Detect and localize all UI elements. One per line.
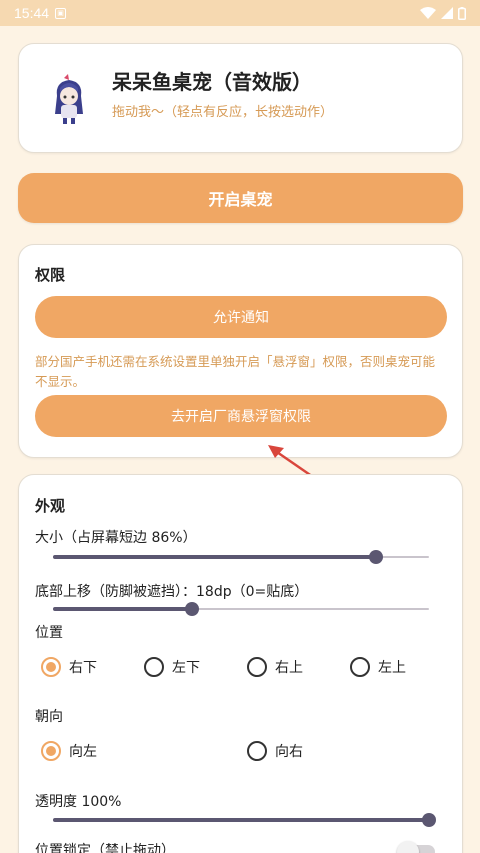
direction-radio-left[interactable]: 向左 <box>41 741 97 761</box>
signal-icon <box>441 7 453 19</box>
app-title: 呆呆鱼桌宠（音效版） <box>112 70 312 94</box>
radio-label: 向左 <box>69 744 97 760</box>
radio-label: 右上 <box>275 660 303 676</box>
direction-label: 朝向 <box>35 709 63 725</box>
appearance-card: 外观 大小（占屏幕短边 86%） 底部上移（防脚被遮挡）：18dp（0=贴底） … <box>18 474 463 853</box>
status-icons <box>420 6 466 20</box>
radio-label: 右下 <box>69 660 97 676</box>
lock-label: 位置锁定（禁止拖动） <box>35 843 175 853</box>
slider-thumb[interactable] <box>369 550 384 564</box>
radio-selected-icon <box>41 657 61 677</box>
radio-label: 左下 <box>172 660 200 676</box>
slider-fill <box>53 607 193 611</box>
status-bar: 15:44 ▣ <box>0 0 480 26</box>
overlay-permission-note: 部分国产手机还需在系统设置里单独开启「悬浮窗」权限，否则桌宠可能不显示。 <box>35 354 436 389</box>
overlay-permission-button[interactable]: 去开启厂商悬浮窗权限 <box>35 395 447 437</box>
slider-thumb[interactable] <box>185 602 200 616</box>
app-subtitle: 拖动我～（轻点有反应，长按选动作） <box>112 105 334 120</box>
start-pet-button[interactable]: 开启桌宠 <box>18 173 463 223</box>
slider-thumb[interactable] <box>422 813 436 827</box>
header-card: 呆呆鱼桌宠（音效版） 拖动我～（轻点有反应，长按选动作） <box>18 43 463 153</box>
direction-radio-right[interactable]: 向右 <box>247 741 303 761</box>
radio-selected-icon <box>41 741 61 761</box>
appearance-title: 外观 <box>35 497 66 515</box>
size-slider[interactable] <box>53 550 429 564</box>
opacity-label: 透明度 100% <box>35 794 122 810</box>
battery-icon <box>458 6 466 20</box>
position-radio-bottom-right[interactable]: 右下 <box>41 657 97 677</box>
slider-fill <box>53 818 429 822</box>
slider-fill <box>53 555 377 559</box>
radio-unselected-icon <box>350 657 370 677</box>
toggle-knob <box>397 841 419 853</box>
position-radio-top-right[interactable]: 右上 <box>247 657 303 677</box>
lock-toggle[interactable] <box>397 841 437 853</box>
radio-unselected-icon <box>247 657 267 677</box>
position-radio-bottom-left[interactable]: 左下 <box>144 657 200 677</box>
offset-label: 底部上移（防脚被遮挡）：18dp（0=贴底） <box>35 584 309 600</box>
permissions-title: 权限 <box>35 266 66 284</box>
position-radio-top-left[interactable]: 左上 <box>350 657 406 677</box>
radio-unselected-icon <box>247 741 267 761</box>
size-label: 大小（占屏幕短边 86%） <box>35 530 197 546</box>
offset-slider[interactable] <box>53 602 429 616</box>
radio-unselected-icon <box>144 657 164 677</box>
pet-avatar <box>55 74 83 124</box>
wifi-icon <box>420 7 436 19</box>
allow-notification-button[interactable]: 允许通知 <box>35 296 447 338</box>
image-notification-icon: ▣ <box>55 7 67 19</box>
radio-label: 向右 <box>275 744 303 760</box>
radio-label: 左上 <box>378 660 406 676</box>
opacity-slider[interactable] <box>53 813 436 827</box>
position-label: 位置 <box>35 625 63 641</box>
status-time: 15:44 <box>14 5 50 21</box>
permissions-card: 权限 允许通知 部分国产手机还需在系统设置里单独开启「悬浮窗」权限，否则桌宠可能… <box>18 244 463 458</box>
